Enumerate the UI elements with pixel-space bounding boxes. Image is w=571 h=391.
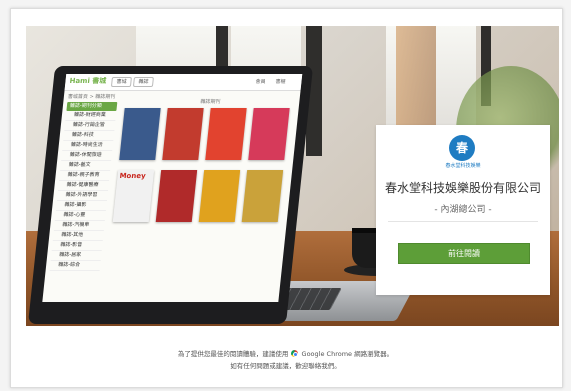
breadcrumb: 書城首頁 > 雜誌期刊 xyxy=(67,94,116,100)
sidebar-item: 雜誌-居家 xyxy=(50,251,102,261)
sidebar-item: 雜誌-藝文 xyxy=(60,161,112,171)
card-divider xyxy=(388,221,538,222)
sidebar-item: 雜誌-攝影 xyxy=(55,201,107,211)
laptop-screen: Hami 書城 書城 雜誌 會員 書櫃 書城首頁 > 雜誌期刊 雜誌-期刊分類 … xyxy=(42,74,303,302)
hero-banner: Hami 書城 書城 雜誌 會員 書櫃 書城首頁 > 雜誌期刊 雜誌-期刊分類 … xyxy=(26,26,559,326)
magazine-cover xyxy=(198,170,241,222)
magazine-cover xyxy=(205,108,247,160)
footer-contact: 如有任何問題或建議，歡迎聯絡我們。 xyxy=(230,362,341,370)
sidebar-item: 雜誌-財經商業 xyxy=(65,111,117,121)
magazine-cover xyxy=(162,108,204,160)
company-logo-text: 春水堂科技娛樂 xyxy=(445,163,481,169)
nav-bookshelf: 書櫃 xyxy=(275,79,286,85)
magazine-title: Money xyxy=(119,172,147,180)
nav-button-books: 書城 xyxy=(110,77,132,87)
app-header: Hami 書城 書城 雜誌 會員 書櫃 xyxy=(64,74,303,91)
company-card: 春 春水堂科技娛樂 春水堂科技娛樂股份有限公司 - 內湖總公司 - 前往閱讀 xyxy=(376,125,550,295)
magazine-cover xyxy=(119,108,161,160)
sidebar-item: 雜誌-休閒旅遊 xyxy=(61,151,113,161)
magazine-grid: 雜誌期刊 Money xyxy=(112,98,296,232)
sidebar-item: 雜誌-影音 xyxy=(51,241,103,251)
company-logo-icon: 春 xyxy=(449,135,475,161)
magazine-cover xyxy=(248,108,290,160)
footer-text-after: 網路瀏覽器。 xyxy=(354,350,394,358)
sidebar-item: 雜誌-科技 xyxy=(63,131,115,141)
chrome-icon xyxy=(291,350,299,357)
enter-reading-button[interactable]: 前往閱讀 xyxy=(398,243,530,264)
app-logo: Hami 書城 xyxy=(69,77,107,85)
magazine-cover xyxy=(155,170,198,222)
sidebar-head: 雜誌-期刊分類 xyxy=(66,102,118,111)
sidebar-item: 雜誌-汽機車 xyxy=(53,221,105,231)
app-sidebar: 雜誌-期刊分類 雜誌-財經商業 雜誌-行銷企管 雜誌-科技 雜誌-時尚生活 雜誌-休閒旅… xyxy=(49,102,118,271)
magazine-cover: Money xyxy=(112,170,155,222)
sidebar-item: 雜誌-時尚生活 xyxy=(62,141,114,151)
branch-name: - 內湖總公司 - xyxy=(434,205,492,215)
grid-title: 雜誌期刊 xyxy=(200,99,221,105)
nav-member: 會員 xyxy=(255,79,266,85)
footer-browser-link[interactable]: Google Chrome xyxy=(302,350,352,358)
sidebar-item: 雜誌-行銷企管 xyxy=(64,121,116,131)
magazine-cover xyxy=(241,170,284,222)
sidebar-item: 雜誌-綜合 xyxy=(49,261,101,271)
sidebar-item: 雜誌-心靈 xyxy=(54,211,106,221)
laptop-lid: Hami 書城 書城 雜誌 會員 書櫃 書城首頁 > 雜誌期刊 雜誌-期刊分類 … xyxy=(28,66,314,324)
sidebar-item: 雜誌-親子教育 xyxy=(59,171,111,181)
sidebar-item: 雜誌-健康醫療 xyxy=(57,181,110,191)
footer-browser-notice: 為了提供您最佳的閱讀體驗，建議使用 Google Chrome 網路瀏覽器。 xyxy=(0,348,571,358)
footer-text-before: 為了提供您最佳的閱讀體驗，建議使用 xyxy=(177,350,289,358)
nav-button-magazines: 雜誌 xyxy=(132,77,154,87)
sidebar-item: 雜誌-其他 xyxy=(52,231,104,241)
sidebar-item: 雜誌-外語學習 xyxy=(56,191,108,201)
company-name: 春水堂科技娛樂股份有限公司 xyxy=(384,181,541,195)
